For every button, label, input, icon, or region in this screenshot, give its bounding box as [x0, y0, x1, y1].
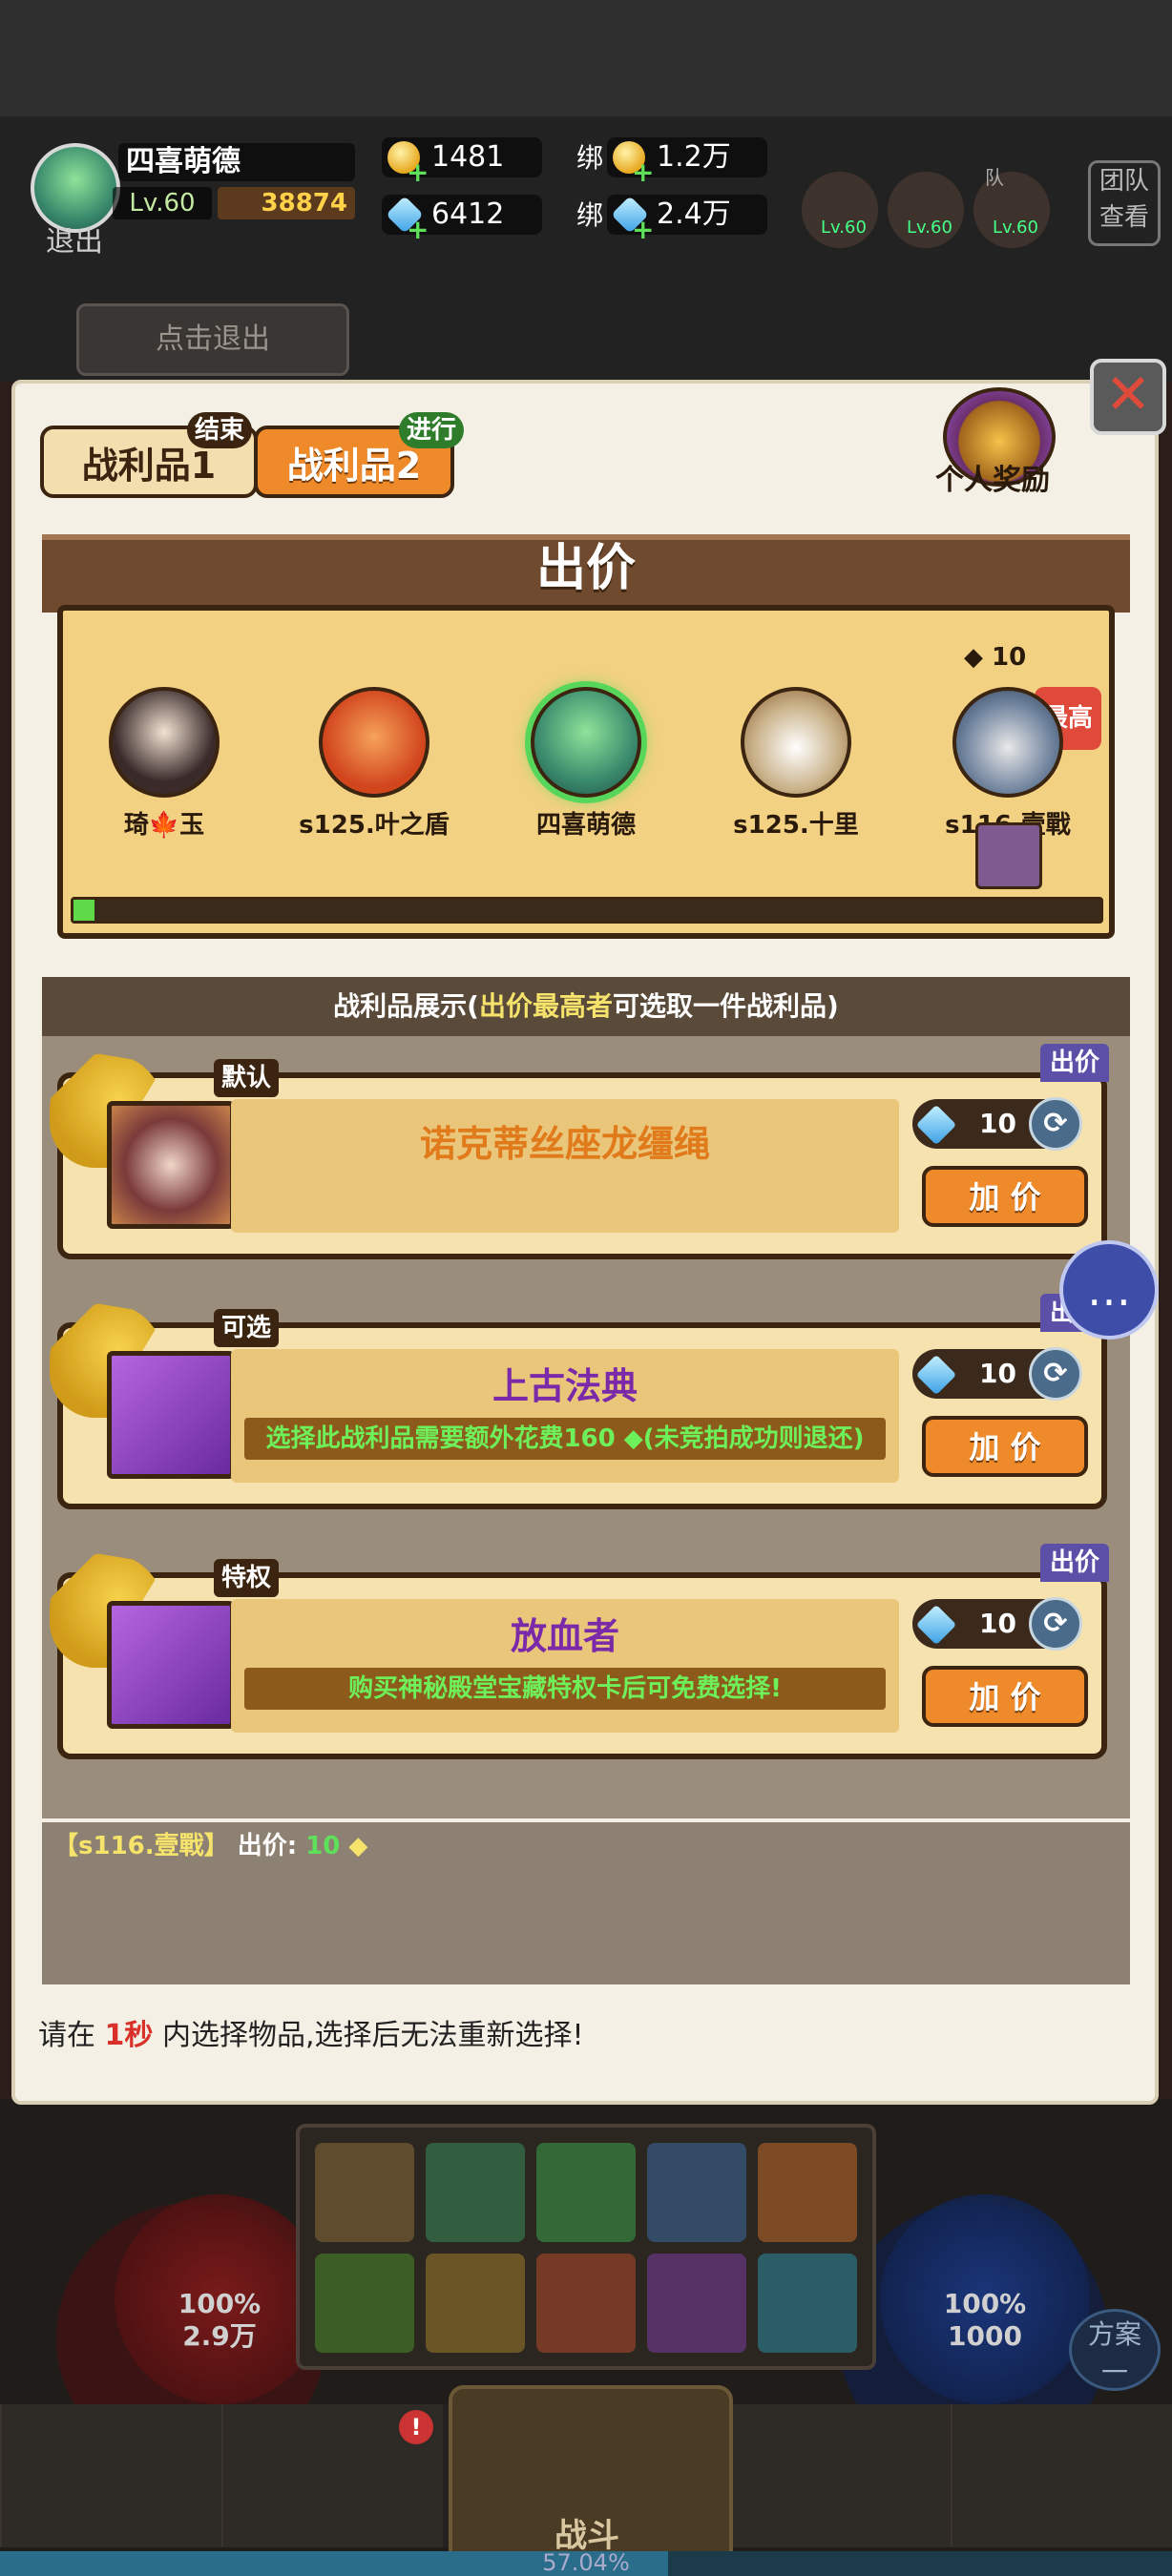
add-icon: + — [407, 214, 429, 245]
skill-slot[interactable] — [647, 2254, 746, 2353]
bidder-avatar — [531, 687, 641, 798]
player-level: Lv.60 — [113, 187, 212, 219]
exit-label[interactable]: 退出 — [46, 218, 103, 260]
skill-bar — [296, 2124, 876, 2370]
team-members[interactable]: Lv.60 Lv.60 Lv.60 队 — [802, 162, 1059, 248]
bind-label: 绑 — [576, 142, 604, 174]
xp-percent: 57.04% — [542, 2549, 630, 2576]
add-icon: + — [632, 214, 655, 245]
team-side-label: 队 — [985, 166, 1004, 189]
raise-bid-button[interactable]: 加 价 — [922, 1666, 1088, 1727]
countdown-timer: 1秒 — [104, 2019, 154, 2052]
loadout-button[interactable]: 方案一 — [1069, 2309, 1161, 2391]
gold-counter[interactable]: + 1481 — [382, 137, 542, 188]
gem-icon — [915, 1354, 957, 1396]
bid-progress-bar — [71, 897, 1103, 924]
selection-notice: 请在 1秒 内选择物品,选择后无法重新选择! — [38, 2019, 584, 2052]
bidder-avatar — [952, 687, 1063, 798]
bid-flag: 出价 — [1039, 1544, 1109, 1582]
skill-slot[interactable] — [315, 2143, 414, 2242]
tab-status-badge: 结束 — [187, 412, 253, 448]
item-note: 选择此战利品需要额外花费160 ◆(未竞拍成功则退还) — [244, 1418, 886, 1460]
team-level: Lv.60 — [821, 218, 867, 238]
loot-card[interactable]: 默认 诺克蒂丝座龙缰绳 10 ⟳ 加 价 出价 — [50, 1044, 1109, 1259]
skill-slot[interactable] — [647, 2143, 746, 2242]
bound-gold-counter[interactable]: + 1.2万 — [607, 137, 767, 188]
notification-badge: ! — [399, 2410, 433, 2444]
item-price: 10 ⟳ — [912, 1347, 1082, 1401]
top-bar — [0, 0, 1172, 116]
team-level: Lv.60 — [907, 218, 952, 238]
mp-readout: 100% 1000 — [943, 2288, 1027, 2352]
item-badge: 特权 — [214, 1559, 280, 1597]
bidder-avatar — [741, 687, 851, 798]
team-view-button[interactable]: 团队 查看 — [1088, 160, 1161, 246]
bidder[interactable]: 琦🍁玉 — [88, 687, 241, 841]
bidder-highest[interactable]: s116.壹戰 — [931, 687, 1084, 841]
loot-display-header: 战利品展示(出价最高者可选取一件战利品) — [42, 977, 1130, 1036]
loot-card[interactable]: 特权 放血者 购买神秘殿堂宝藏特权卡后可免费选择! 10 ⟳ 加 价 出价 — [50, 1544, 1109, 1759]
reins-icon — [107, 1101, 235, 1229]
top-bid-amount: ◆ 10 — [964, 643, 1027, 672]
nav-item[interactable] — [729, 2404, 951, 2547]
skill-slot[interactable] — [536, 2143, 636, 2242]
skill-slot[interactable] — [426, 2254, 525, 2353]
bid-progress-fill — [73, 900, 94, 921]
chosen-item-thumbnail — [975, 822, 1042, 889]
bidder[interactable]: s125.叶之盾 — [298, 687, 450, 841]
bind-label: 绑 — [576, 199, 604, 231]
skill-slot[interactable] — [536, 2254, 636, 2353]
bound-gem-counter[interactable]: + 2.4万 — [607, 195, 767, 245]
item-name: 诺克蒂丝座龙缰绳 — [419, 1123, 710, 1165]
close-icon: ✕ — [1104, 362, 1152, 426]
gem-icon — [915, 1604, 957, 1646]
refresh-icon[interactable]: ⟳ — [1029, 1597, 1082, 1651]
bid-log-entry: 【s116.壹戰】 出价: 10 ◆ — [53, 1832, 368, 1860]
raise-bid-button[interactable]: 加 价 — [922, 1166, 1088, 1227]
player-name: 四喜萌德 — [118, 143, 355, 181]
item-name: 放血者 — [510, 1615, 619, 1657]
skill-slot[interactable] — [758, 2254, 857, 2353]
item-name: 上古法典 — [492, 1365, 638, 1407]
add-icon: + — [632, 156, 655, 188]
player-power: 38874 — [218, 187, 355, 219]
ancient-tome-icon — [107, 1351, 235, 1479]
nav-item[interactable] — [951, 2404, 1172, 2547]
skill-slot[interactable] — [315, 2254, 414, 2353]
bidder-avatar — [319, 687, 429, 798]
bid-title: 出价 — [535, 540, 636, 597]
nav-item[interactable] — [0, 2404, 221, 2547]
item-price: 10 ⟳ — [912, 1597, 1082, 1651]
refresh-icon[interactable]: ⟳ — [1029, 1347, 1082, 1401]
refresh-icon[interactable]: ⟳ — [1029, 1097, 1082, 1151]
chat-bubble-icon: … — [1087, 1264, 1131, 1316]
item-badge: 默认 — [214, 1059, 280, 1097]
raise-bid-button[interactable]: 加 价 — [922, 1416, 1088, 1477]
bidder-self[interactable]: 四喜萌德 — [510, 687, 662, 841]
bidder[interactable]: s125.十里 — [720, 687, 872, 841]
skill-slot[interactable] — [758, 2143, 857, 2242]
loot-card[interactable]: 可选 上古法典 选择此战利品需要额外花费160 ◆(未竞拍成功则退还) 10 ⟳… — [50, 1294, 1109, 1509]
add-icon: + — [407, 156, 429, 188]
gem-icon — [915, 1104, 957, 1146]
tab-status-badge: 进行 — [399, 412, 465, 448]
item-price: 10 ⟳ — [912, 1097, 1082, 1151]
item-note: 购买神秘殿堂宝藏特权卡后可免费选择! — [244, 1668, 886, 1710]
bloodletter-blade-icon — [107, 1601, 235, 1729]
close-button[interactable]: ✕ — [1090, 359, 1166, 435]
personal-reward-label[interactable]: 个人奖励 — [916, 456, 1069, 498]
chat-button[interactable]: … — [1059, 1240, 1159, 1340]
item-badge: 可选 — [214, 1309, 280, 1347]
gem-counter[interactable]: + 6412 — [382, 195, 542, 245]
click-exit-button[interactable]: 点击退出 — [76, 303, 349, 376]
team-level: Lv.60 — [993, 218, 1038, 238]
bidder-avatar — [109, 687, 220, 798]
skill-slot[interactable] — [426, 2143, 525, 2242]
hp-readout: 100% 2.9万 — [178, 2288, 262, 2352]
bid-flag: 出价 — [1039, 1044, 1109, 1082]
